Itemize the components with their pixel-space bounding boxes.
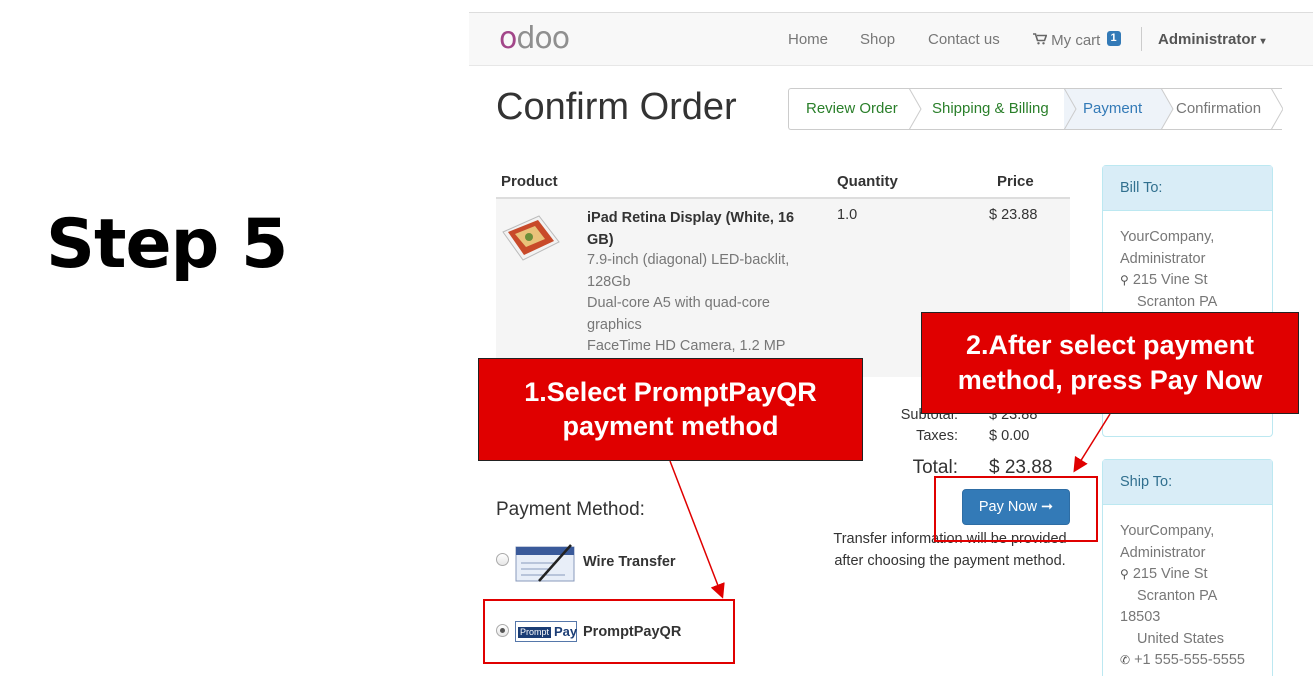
bill-to-city: Scranton PA — [1137, 293, 1218, 310]
product-quantity: 1.0 — [837, 207, 858, 223]
user-menu[interactable]: Administrator ▾ — [1158, 31, 1266, 48]
map-marker-icon: ⚲ — [1120, 273, 1129, 287]
col-header-quantity: Quantity — [837, 173, 898, 190]
ship-to-city: Scranton PA — [1137, 587, 1218, 604]
taxes-value: $ 0.00 — [989, 428, 1030, 444]
map-marker-icon: ⚲ — [1120, 567, 1129, 581]
nav-shop-link[interactable]: Shop — [860, 31, 895, 48]
nav-divider — [1141, 27, 1142, 51]
phone-icon: ✆ — [1120, 653, 1131, 667]
ship-to-country: United States — [1137, 630, 1225, 647]
wire-transfer-label[interactable]: Wire Transfer — [583, 554, 676, 570]
col-header-product: Product — [501, 173, 558, 190]
ship-to-panel: Ship To: YourCompany, Administrator ⚲ 21… — [1102, 459, 1273, 676]
top-navbar: odoo Home Shop Contact us My cart 1 Admi… — [469, 12, 1313, 66]
page-title: Confirm Order — [496, 86, 737, 128]
bill-to-street: 215 Vine St — [1132, 272, 1208, 288]
nav-home-link[interactable]: Home — [788, 31, 828, 48]
ship-to-title: Ship To: — [1103, 460, 1272, 505]
ship-to-contact: Administrator — [1120, 544, 1206, 561]
wizard-chevrons — [908, 88, 1283, 130]
step-title: Step 5 — [46, 205, 288, 284]
col-header-price: Price — [997, 173, 1034, 190]
ipad-product-image — [502, 215, 560, 261]
payment-method-heading: Payment Method: — [496, 499, 645, 520]
checkout-wizard: Review Order Shipping & Billing Payment … — [788, 88, 1283, 130]
product-description: 7.9-inch (diagonal) LED-backlit, 128Gb D… — [587, 252, 790, 354]
ship-to-street: 215 Vine St — [1132, 566, 1208, 582]
wire-transfer-icon — [515, 544, 575, 582]
taxes-label: Taxes: — [916, 428, 958, 444]
callout-press-pay-now: 2.After select payment method, press Pay… — [921, 312, 1299, 414]
ship-to-phone: +1 555-555-5555 — [1134, 652, 1245, 668]
ship-to-name: YourCompany, — [1120, 523, 1215, 539]
odoo-logo[interactable]: odoo — [499, 21, 570, 56]
pay-now-highlight-box — [934, 476, 1098, 542]
bill-to-name: YourCompany, — [1120, 229, 1215, 245]
caret-down-icon: ▾ — [1260, 36, 1266, 47]
nav-contact-link[interactable]: Contact us — [928, 31, 1000, 48]
cart-count-badge: 1 — [1106, 31, 1121, 46]
cart-label: My cart — [1051, 32, 1101, 49]
wire-transfer-radio[interactable] — [496, 553, 509, 566]
product-name[interactable]: iPad Retina Display (White, 16 GB) — [587, 207, 819, 251]
callout-select-promptpay: 1.Select PromptPayQR payment method — [478, 358, 863, 461]
bill-to-title: Bill To: — [1103, 166, 1272, 211]
user-name: Administrator — [1158, 31, 1257, 48]
product-price: $ 23.88 — [989, 207, 1038, 223]
promptpay-highlight-box — [483, 599, 735, 664]
cart-icon — [1033, 33, 1048, 48]
ship-to-zip: 18503 — [1120, 609, 1161, 625]
nav-cart-link[interactable]: My cart 1 — [1033, 31, 1121, 49]
bill-to-contact: Administrator — [1120, 250, 1206, 267]
